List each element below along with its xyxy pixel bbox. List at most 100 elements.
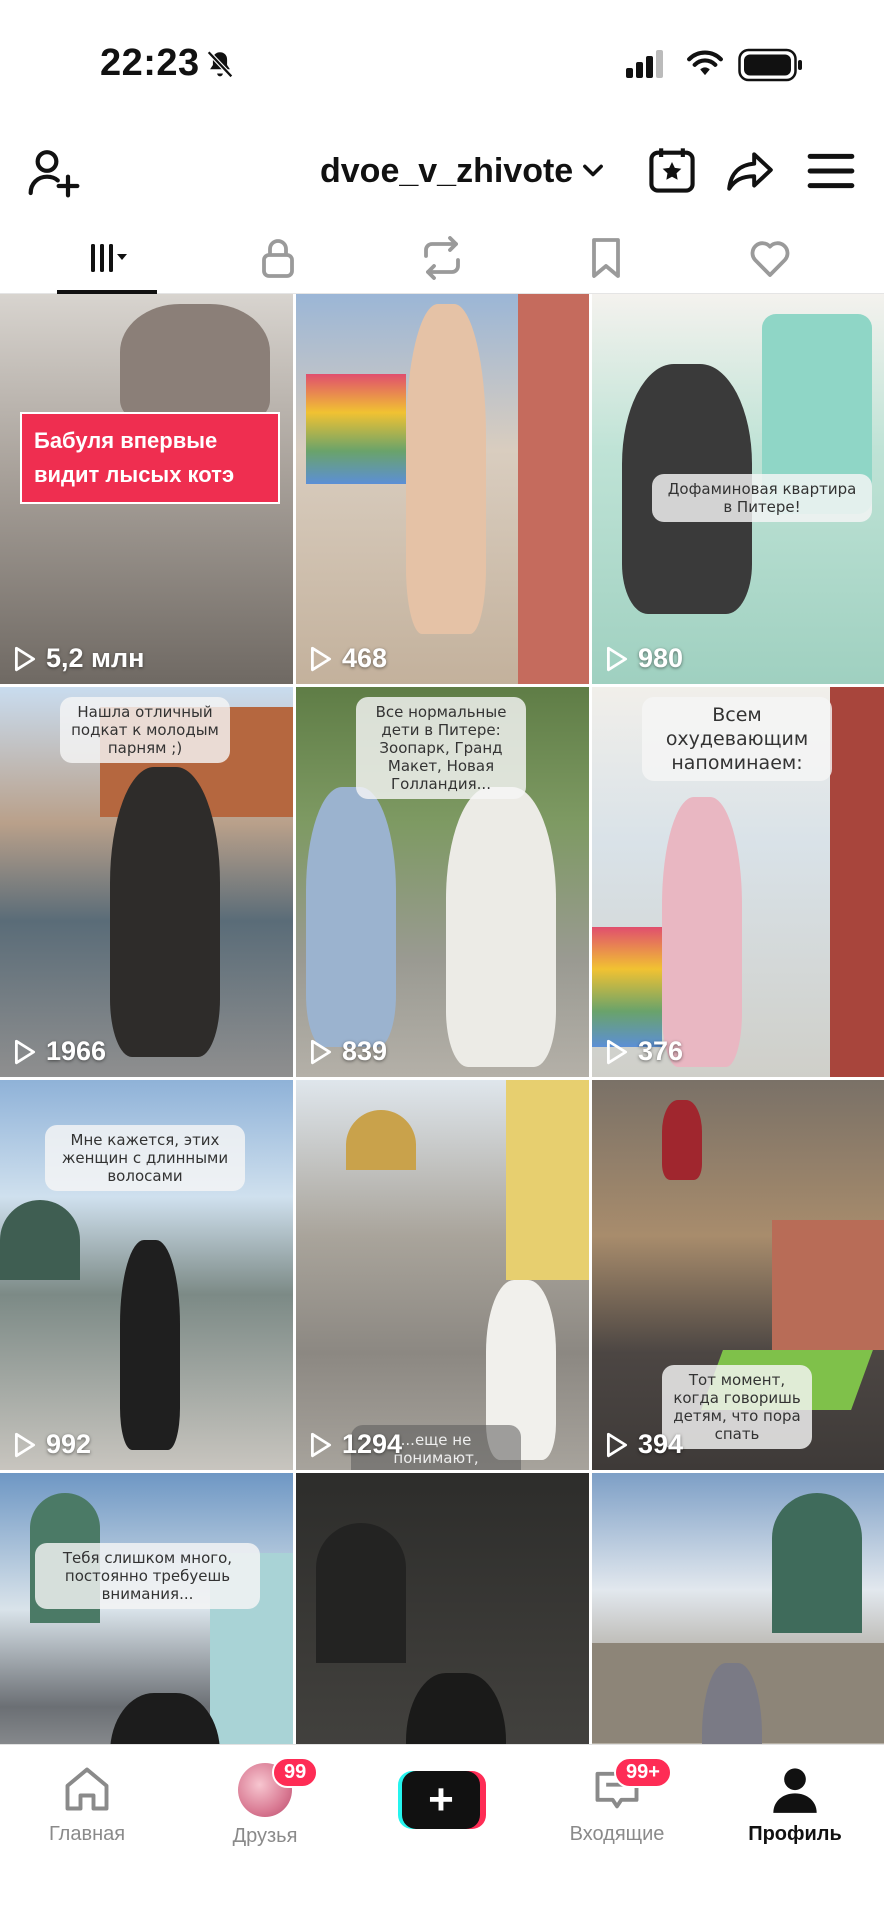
- video-tile[interactable]: Нашла отличный подкат к молодым парням ;…: [0, 687, 293, 1077]
- play-icon: [310, 1039, 332, 1064]
- thumbnail-shape: [406, 304, 486, 634]
- view-count-value: 980: [638, 643, 684, 673]
- video-caption: Нашла отличный подкат к молодым парням ;…: [60, 697, 230, 763]
- view-count: 1966: [12, 1036, 106, 1067]
- thumbnail-shape: [518, 294, 589, 684]
- create-button[interactable]: +: [398, 1771, 486, 1829]
- play-icon: [14, 1039, 36, 1064]
- video-tile[interactable]: Всем охудевающим напоминаем: 376: [592, 687, 884, 1077]
- repost-icon: [424, 236, 460, 280]
- view-count-value: 1966: [46, 1036, 107, 1066]
- video-tile[interactable]: Дофаминовая квартира в Питере! 980: [592, 294, 884, 684]
- thumbnail-shape: [772, 1220, 884, 1350]
- video-tile[interactable]: Мне кажется, этих женщин с длинными воло…: [0, 1080, 293, 1470]
- nav-home-label: Главная: [48, 1823, 126, 1845]
- video-caption: Все нормальные дети в Питере: Зоопарк, Г…: [356, 697, 526, 799]
- video-caption: Тебя слишком много, постоянно требуешь в…: [35, 1543, 260, 1609]
- video-caption: Дофаминовая квартира в Питере!: [652, 474, 872, 522]
- thumbnail-shape: [506, 1080, 589, 1280]
- view-count-value: 839: [342, 1036, 388, 1066]
- video-caption: Всем охудевающим напоминаем:: [642, 697, 832, 781]
- view-count: 839: [308, 1036, 387, 1067]
- lock-icon: [262, 239, 294, 278]
- view-count-value: 5,2 млн: [46, 643, 145, 673]
- profile-header: dvoe_v_zhivote: [0, 130, 884, 230]
- nav-inbox[interactable]: 99+ Входящие: [542, 1757, 692, 1846]
- thumbnail-shape: [0, 1200, 80, 1280]
- plus-icon: +: [402, 1771, 480, 1829]
- chevron-down-icon: [583, 164, 604, 177]
- view-count: 376: [604, 1036, 683, 1067]
- view-count-value: 1294: [342, 1429, 403, 1459]
- view-count: 394: [604, 1429, 683, 1460]
- view-count: 5,2 млн: [12, 643, 144, 674]
- nav-home[interactable]: Главная: [12, 1763, 162, 1846]
- tab-liked[interactable]: [715, 222, 825, 294]
- share-icon[interactable]: [724, 146, 776, 196]
- view-count-value: 468: [342, 643, 388, 673]
- nav-friends[interactable]: 99 Друзья: [190, 1757, 340, 1848]
- video-tile[interactable]: 468: [296, 294, 589, 684]
- status-time: 22:23: [100, 42, 200, 84]
- view-count: 980: [604, 643, 683, 674]
- thumbnail-shape: [346, 1110, 416, 1170]
- play-icon: [606, 1432, 628, 1457]
- video-tile[interactable]: Тот момент, когда говоришь детям, что по…: [592, 1080, 884, 1470]
- nav-inbox-label: Входящие: [569, 1823, 665, 1845]
- play-icon: [606, 1039, 628, 1064]
- tab-favorites[interactable]: [551, 222, 661, 294]
- tab-private[interactable]: [223, 222, 333, 294]
- thumbnail-shape: [662, 797, 742, 1067]
- battery-icon: [738, 48, 802, 82]
- thumbnail-shape: [446, 787, 556, 1067]
- bell-muted-icon: [207, 50, 233, 78]
- view-count: 468: [308, 643, 387, 674]
- nav-profile[interactable]: Профиль: [720, 1763, 870, 1846]
- thumbnail-shape: [662, 1100, 702, 1180]
- profile-icon: [773, 1768, 817, 1813]
- thumbnail-shape: [120, 1240, 180, 1450]
- nav-profile-label: Профиль: [748, 1823, 842, 1845]
- video-tile[interactable]: Все нормальные дети в Питере: Зоопарк, Г…: [296, 687, 589, 1077]
- thumbnail-shape: [306, 374, 406, 484]
- video-caption: Тот момент, когда говоришь детям, что по…: [662, 1365, 812, 1449]
- thumbnail-shape: [772, 1493, 862, 1633]
- view-count: 992: [12, 1429, 91, 1460]
- status-bar: 22:23: [0, 0, 884, 130]
- play-icon: [14, 646, 36, 671]
- thumbnail-shape: [592, 927, 662, 1047]
- wifi-icon: [687, 50, 723, 76]
- video-tile[interactable]: Бабуля впервые видит лысых котэ 5,2 млн: [0, 294, 293, 684]
- bottom-navigation: Главная 99 Друзья + 99+ Входящие Профиль: [0, 1744, 884, 1920]
- menu-icon[interactable]: [806, 150, 856, 192]
- video-tile[interactable]: ...еще не понимают, насколько круто пове…: [296, 1080, 589, 1470]
- play-icon: [606, 646, 628, 671]
- video-caption: Мне кажется, этих женщин с длинными воло…: [45, 1125, 245, 1191]
- thumbnail-shape: [120, 304, 270, 424]
- friends-badge: 99: [272, 1757, 319, 1788]
- thumbnail-shape: [316, 1523, 406, 1663]
- view-count: 1294: [308, 1429, 402, 1460]
- add-user-icon[interactable]: [26, 144, 82, 200]
- heart-icon: [750, 241, 790, 277]
- username: dvoe_v_zhivote: [320, 151, 574, 190]
- tab-reposts[interactable]: [387, 222, 497, 294]
- view-count-value: 376: [638, 1036, 684, 1066]
- bookmark-icon: [592, 238, 620, 278]
- account-switcher[interactable]: dvoe_v_zhivote: [320, 146, 607, 196]
- inbox-badge: 99+: [614, 1757, 672, 1788]
- cellular-signal-icon: [626, 50, 663, 78]
- nav-friends-label: Друзья: [232, 1825, 298, 1847]
- video-caption: Бабуля впервые видит лысых котэ: [20, 412, 280, 504]
- play-icon: [310, 646, 332, 671]
- play-icon: [310, 1432, 332, 1457]
- profile-tabs: [0, 222, 884, 294]
- thumbnail-shape: [306, 787, 396, 1047]
- view-count-value: 394: [638, 1429, 684, 1459]
- home-icon: [65, 1767, 109, 1811]
- play-icon: [14, 1432, 36, 1457]
- thumbnail-shape: [830, 687, 884, 1077]
- view-count-value: 992: [46, 1429, 92, 1459]
- calendar-star-icon[interactable]: [646, 144, 698, 196]
- tab-videos[interactable]: [47, 222, 167, 294]
